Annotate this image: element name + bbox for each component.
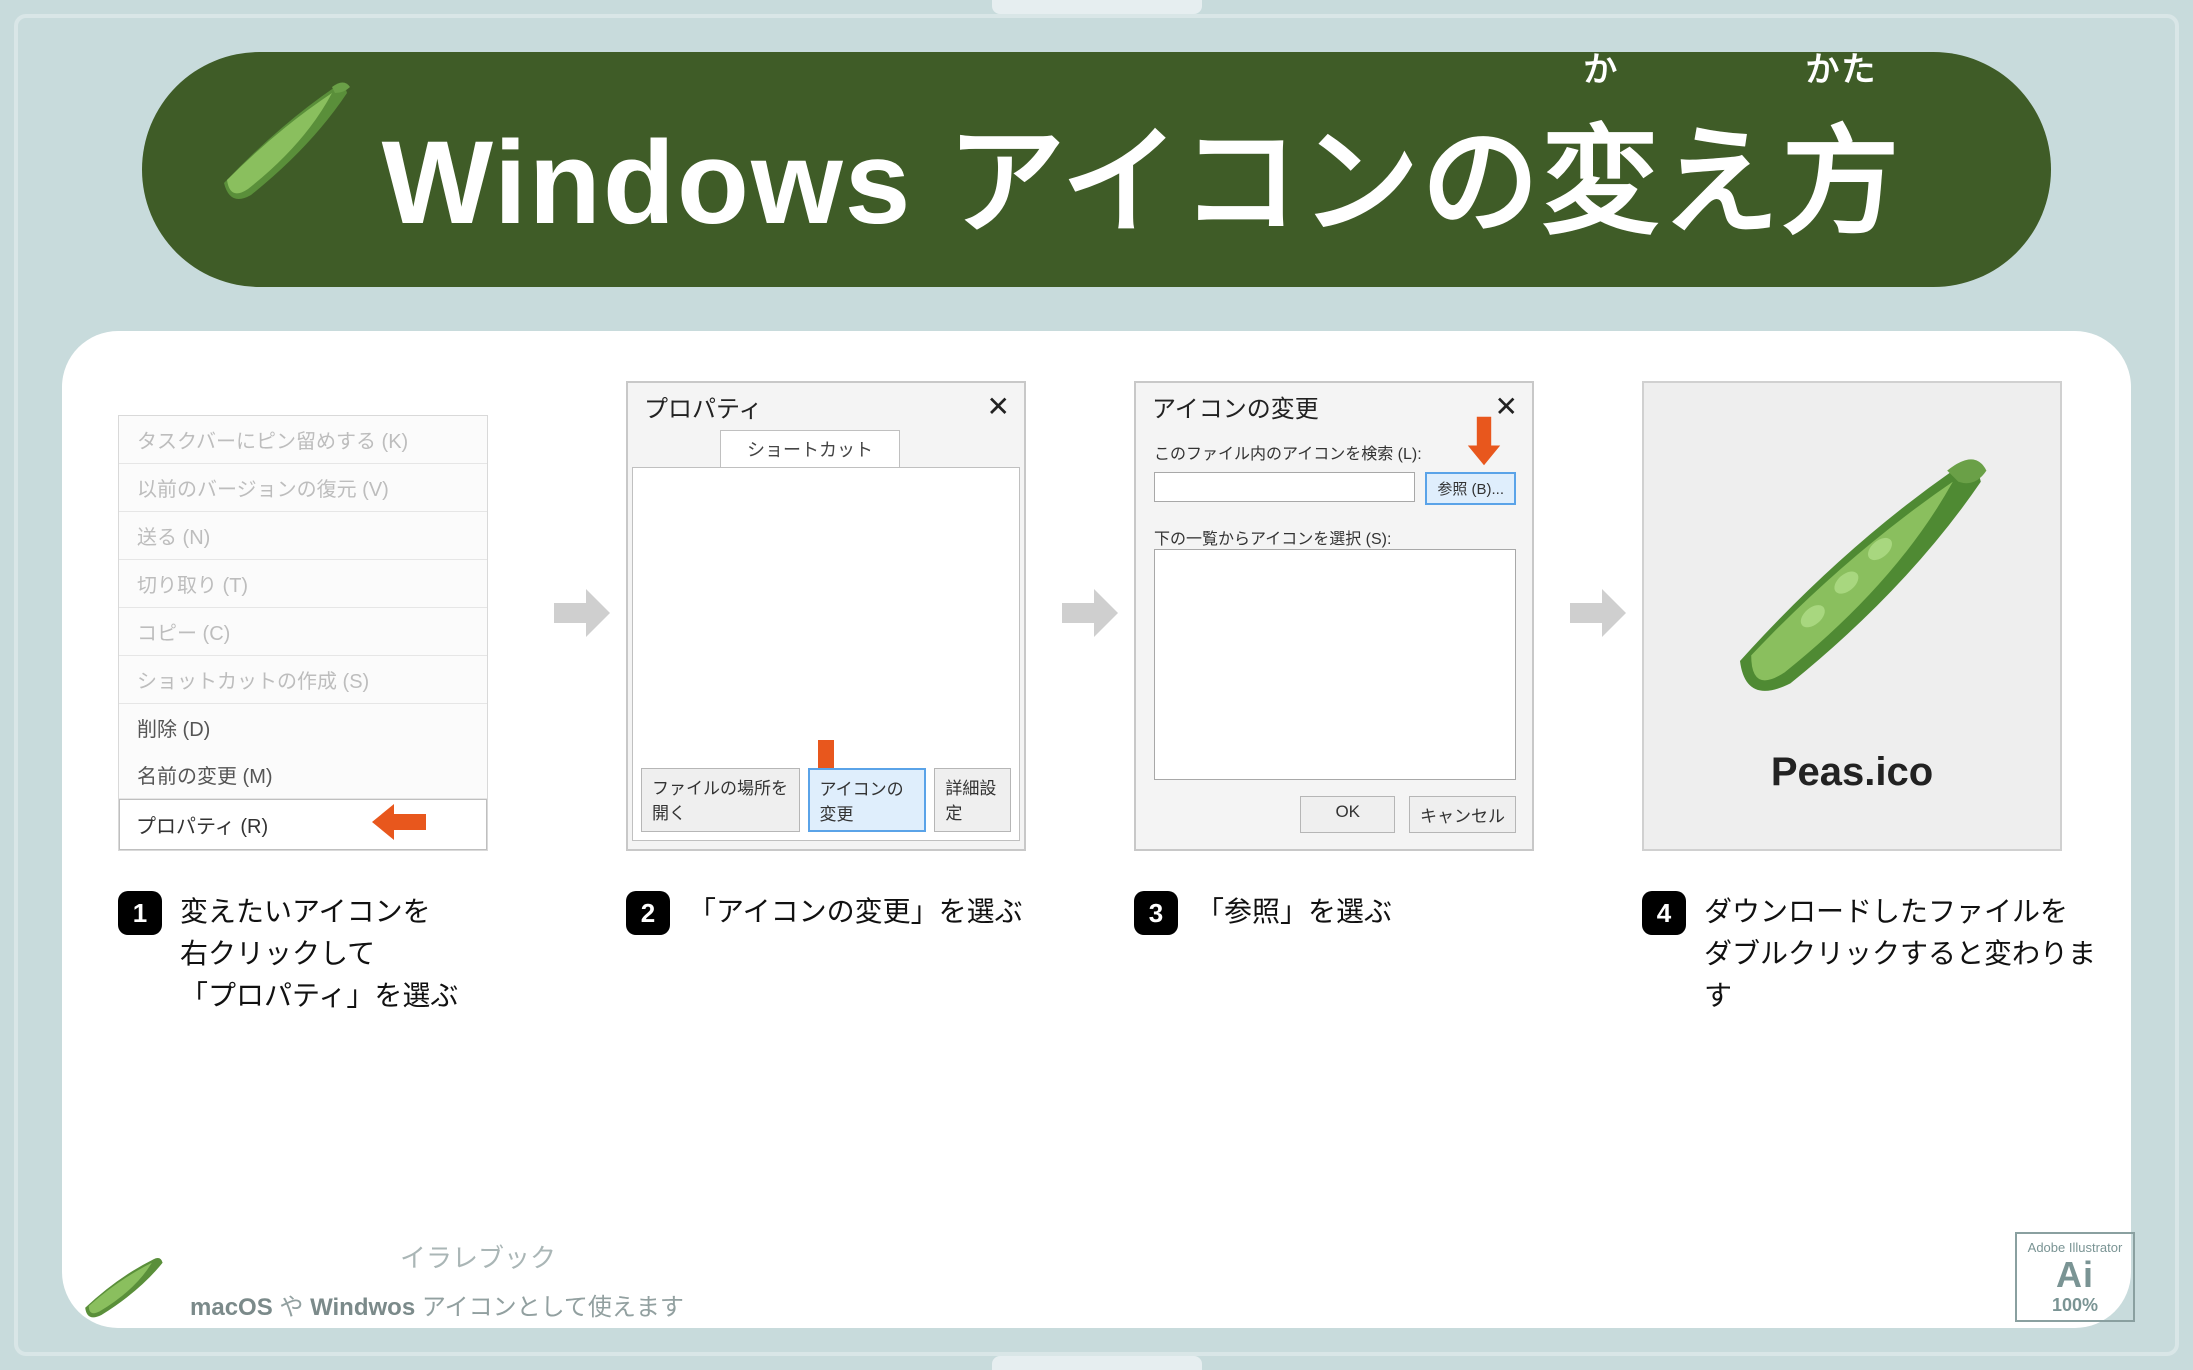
frame-bottom-handle — [992, 1356, 1202, 1370]
ai-badge-big: Ai — [2056, 1255, 2094, 1295]
cancel-button[interactable]: キャンセル — [1409, 796, 1516, 833]
ctx-item-send[interactable]: 送る (N) — [119, 512, 487, 560]
ctx-item-pin[interactable]: タスクバーにピン留めする (K) — [119, 416, 487, 464]
title-kata-base: 方 — [1781, 117, 1901, 249]
ai-badge: Adobe Illustrator Ai 100% — [2015, 1232, 2135, 1322]
step-4-badge: 4 — [1642, 891, 1686, 935]
properties-dialog-body: ファイルの場所を開く アイコンの変更 詳細設定 — [632, 467, 1020, 841]
open-location-button[interactable]: ファイルの場所を開く — [641, 768, 800, 832]
footer-brand: イラレブック — [190, 1238, 684, 1275]
change-icon-dialog-title: アイコンの変更 — [1152, 389, 1319, 424]
close-icon[interactable]: ✕ — [987, 390, 1010, 423]
title-part-1: Windows アイコンの — [382, 117, 1542, 249]
step-1-caption-l3: 「プロパティ」を選ぶ — [180, 975, 458, 1017]
arrow-left-icon — [372, 802, 426, 842]
step-2-caption-text: 「アイコンの変更」を選ぶ — [688, 891, 1023, 933]
ctx-item-cut[interactable]: 切り取り (T) — [119, 560, 487, 608]
properties-dialog: プロパティ ✕ ショートカット ファイルの場所を開く アイコンの変更 詳 — [626, 381, 1026, 851]
title-bar: Windows アイコンのか変えかた方 — [142, 52, 2051, 287]
icon-path-input[interactable] — [1154, 472, 1415, 502]
steps-card: タスクバーにピン留めする (K) 以前のバージョンの復元 (V) 送る (N) … — [62, 331, 2131, 1328]
step-4-caption: 4 ダウンロードしたファイルを ダブルクリックすると変わります — [1642, 891, 2102, 1017]
ai-badge-small: Adobe Illustrator — [2028, 1240, 2123, 1255]
frame-top-handle — [992, 0, 1202, 14]
flow-arrow-3 — [1558, 381, 1638, 645]
flow-arrow-1 — [542, 381, 622, 645]
step-1-badge: 1 — [118, 891, 162, 935]
ctx-item-properties-label: プロパティ (R) — [136, 816, 268, 838]
ctx-item-shortcut[interactable]: ショットカットの作成 (S) — [119, 655, 487, 704]
step-3-caption-text: 「参照」を選ぶ — [1196, 891, 1392, 933]
ok-button[interactable]: OK — [1300, 796, 1395, 833]
step-1-caption-l1: 変えたいアイコンを — [180, 891, 458, 933]
context-menu: タスクバーにピン留めする (K) 以前のバージョンの復元 (V) 送る (N) … — [118, 415, 488, 851]
ctx-item-restore[interactable]: 以前のバージョンの復元 (V) — [119, 464, 487, 512]
pea-pod-icon — [78, 1252, 168, 1322]
browse-button[interactable]: 参照 (B)... — [1425, 472, 1516, 505]
ctx-item-properties[interactable]: プロパティ (R) — [119, 799, 487, 850]
step-2-caption: 2 「アイコンの変更」を選ぶ — [626, 891, 1023, 935]
step-2: プロパティ ✕ ショートカット ファイルの場所を開く アイコンの変更 詳 — [626, 381, 1046, 935]
title-kae-base: 変 — [1541, 117, 1661, 249]
arrow-down-icon — [1466, 416, 1502, 466]
footer-sub-ya: や — [273, 1294, 310, 1321]
flow-arrow-2 — [1050, 381, 1130, 645]
pea-pod-icon — [1712, 437, 1992, 722]
icon-filename: Peas.ico — [1771, 750, 1933, 795]
ctx-item-copy[interactable]: コピー (C) — [119, 608, 487, 655]
change-icon-dialog: アイコンの変更 ✕ このファイル内のアイコンを検索 (L): 参照 (B)... — [1134, 381, 1534, 851]
step-3-badge: 3 — [1134, 891, 1178, 935]
properties-dialog-title: プロパティ — [644, 389, 763, 424]
step-4-caption-l2: ダブルクリックすると変わります — [1704, 933, 2102, 1017]
step-1: タスクバーにピン留めする (K) 以前のバージョンの復元 (V) 送る (N) … — [118, 381, 538, 1017]
step-3-caption: 3 「参照」を選ぶ — [1134, 891, 1392, 935]
page-title: Windows アイコンのか変えかた方 — [382, 86, 1902, 257]
step-1-caption-l2: 右クリックして — [180, 933, 458, 975]
tab-shortcut[interactable]: ショートカット — [720, 430, 900, 467]
step-4: Peas.ico 4 ダウンロードしたファイルを ダブルクリックすると変わります — [1642, 381, 2102, 1017]
step-3: アイコンの変更 ✕ このファイル内のアイコンを検索 (L): 参照 (B)... — [1134, 381, 1554, 935]
pea-pod-icon — [206, 66, 356, 216]
outer-frame: Windows アイコンのか変えかた方 タスクバーにピン留めする (K) 以前の… — [14, 14, 2179, 1356]
footer-subtitle: macOS や Windwos アイコンとして使えます — [190, 1287, 684, 1322]
ctx-item-rename[interactable]: 名前の変更 (M) — [119, 751, 487, 799]
ruby-ka: か — [1541, 42, 1661, 91]
step-2-badge: 2 — [626, 891, 670, 935]
footer: イラレブック macOS や Windwos アイコンとして使えます — [78, 1238, 684, 1322]
change-icon-button[interactable]: アイコンの変更 — [808, 768, 927, 832]
icon-list[interactable] — [1154, 549, 1516, 780]
step-4-caption-l1: ダウンロードしたファイルを — [1704, 891, 2102, 933]
step-1-caption: 1 変えたいアイコンを 右クリックして 「プロパティ」を選ぶ — [118, 891, 458, 1017]
title-e: え — [1661, 117, 1781, 249]
footer-sub-tail: アイコンとして使えます — [415, 1294, 684, 1321]
footer-sub-windows: Windwos — [310, 1294, 415, 1321]
advanced-button[interactable]: 詳細設定 — [934, 768, 1011, 832]
ruby-kata: かた — [1781, 42, 1901, 91]
footer-sub-macos: macOS — [190, 1294, 273, 1321]
select-label: 下の一覧からアイコンを選択 (S): — [1154, 525, 1516, 549]
ctx-item-delete[interactable]: 削除 (D) — [119, 704, 487, 751]
ai-badge-pct: 100% — [2052, 1295, 2098, 1316]
search-label: このファイル内のアイコンを検索 (L): — [1154, 440, 1516, 464]
icon-preview: Peas.ico — [1642, 381, 2062, 851]
